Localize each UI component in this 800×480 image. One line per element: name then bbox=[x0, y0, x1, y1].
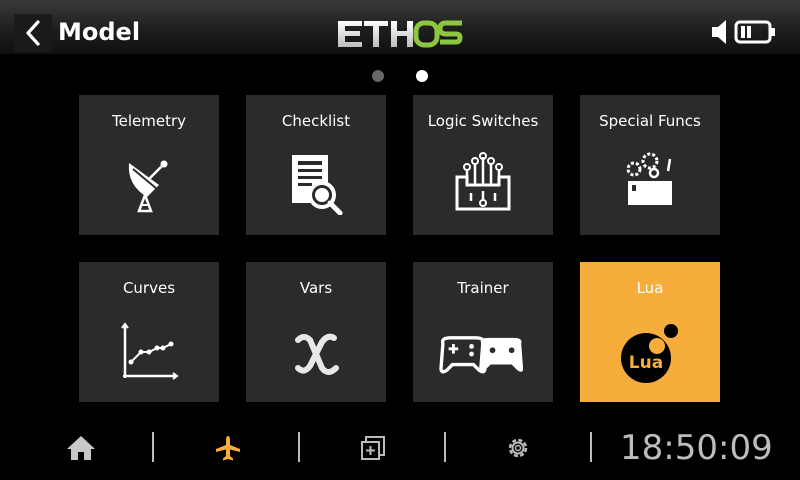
back-button[interactable] bbox=[14, 14, 52, 52]
tile-label: Special Funcs bbox=[599, 112, 701, 130]
lua-logo-icon: Lua bbox=[621, 324, 678, 383]
screens-icon bbox=[361, 436, 385, 460]
battery-icon bbox=[734, 20, 775, 44]
tile-label: Checklist bbox=[281, 112, 351, 130]
curve-graph-icon bbox=[121, 322, 179, 380]
clock: 18:50:09 bbox=[620, 428, 773, 468]
page-indicator bbox=[0, 70, 800, 82]
top-bar: Model bbox=[0, 0, 800, 56]
tile-vars[interactable]: Vars bbox=[246, 262, 386, 402]
gamepads-icon bbox=[439, 336, 524, 374]
bottom-nav: 18:50:09 bbox=[0, 420, 800, 480]
settings-icon bbox=[508, 438, 528, 458]
nav-divider bbox=[444, 432, 446, 462]
home-icon bbox=[67, 436, 95, 460]
logic-circuit-icon bbox=[455, 152, 511, 211]
page-title: Model bbox=[58, 18, 141, 46]
tile-checklist[interactable]: Checklist bbox=[246, 95, 386, 235]
tile-trainer[interactable]: Trainer bbox=[413, 262, 553, 402]
settings-button[interactable] bbox=[500, 430, 536, 466]
tile-logic-switches[interactable]: Logic Switches bbox=[413, 95, 553, 235]
screens-button[interactable] bbox=[355, 430, 391, 466]
nav-divider bbox=[590, 432, 592, 462]
chevron-left-icon bbox=[26, 20, 40, 46]
tile-label: Telemetry bbox=[111, 112, 186, 130]
home-button[interactable] bbox=[63, 430, 99, 466]
satellite-dish-icon bbox=[128, 160, 168, 213]
model-button[interactable] bbox=[210, 430, 246, 466]
nav-divider bbox=[298, 432, 300, 462]
status-icons bbox=[710, 18, 778, 48]
page-dot-1[interactable] bbox=[372, 70, 384, 82]
checklist-icon bbox=[292, 155, 343, 215]
nav-divider bbox=[152, 432, 154, 462]
ethos-logo bbox=[338, 20, 463, 48]
gears-icon bbox=[626, 152, 672, 205]
tile-lua[interactable]: Lua Lua bbox=[580, 262, 720, 402]
page-dot-2[interactable] bbox=[416, 70, 428, 82]
lua-logo-text: Lua bbox=[629, 353, 663, 373]
speaker-icon bbox=[712, 20, 726, 44]
variable-x-icon bbox=[295, 333, 339, 375]
tile-telemetry[interactable]: Telemetry bbox=[79, 95, 219, 235]
airplane-icon bbox=[216, 436, 240, 461]
tile-label: Vars bbox=[299, 279, 333, 297]
tile-label: Lua bbox=[636, 279, 664, 297]
tile-label: Trainer bbox=[457, 279, 509, 297]
tile-label: Logic Switches bbox=[427, 112, 539, 130]
tile-special-funcs[interactable]: Special Funcs bbox=[580, 95, 720, 235]
tile-curves[interactable]: Curves bbox=[79, 262, 219, 402]
tile-label: Curves bbox=[122, 279, 176, 297]
